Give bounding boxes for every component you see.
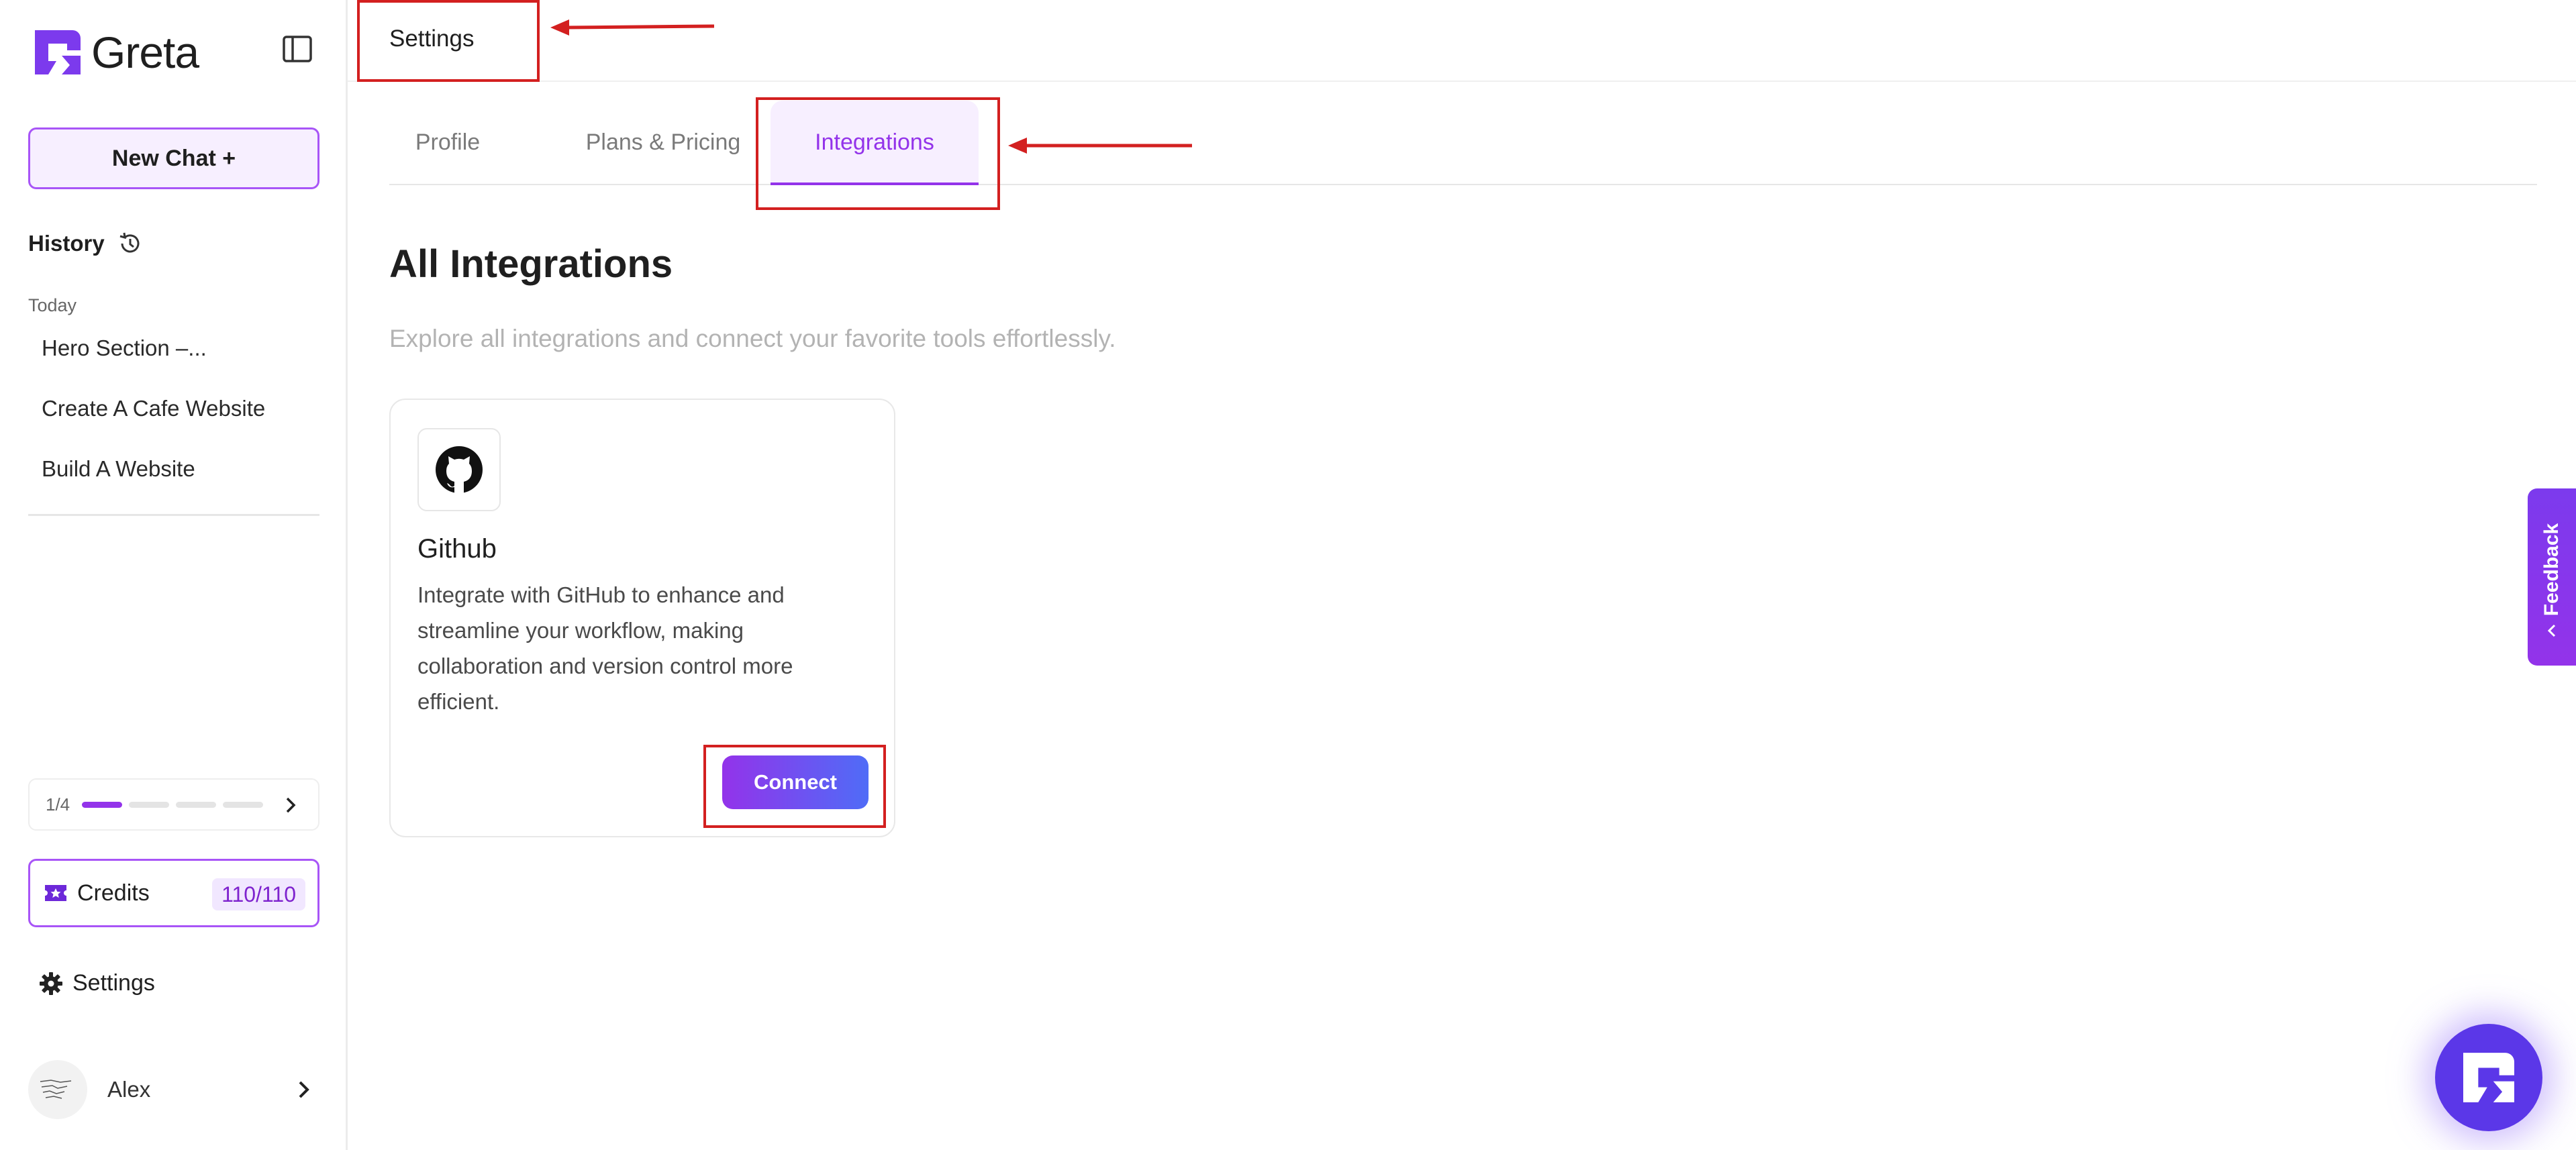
brand-name: Greta <box>91 28 199 77</box>
gear-icon <box>40 972 62 995</box>
settings-label: Settings <box>72 970 155 996</box>
tab-plans-pricing[interactable]: Plans & Pricing <box>556 101 771 184</box>
chevron-left-icon <box>2547 624 2556 637</box>
chevron-right-icon[interactable] <box>279 794 302 817</box>
history-item[interactable]: Create A Cafe Website <box>42 396 265 421</box>
feedback-label: Feedback <box>2540 523 2563 617</box>
history-label: History <box>28 231 105 256</box>
credits-count-badge: 110/110 <box>212 878 305 910</box>
settings-tabs: Profile Plans & Pricing Integrations <box>389 101 2537 185</box>
history-group-today: Today <box>28 295 77 315</box>
history-heading: History <box>28 231 142 256</box>
feedback-tab[interactable]: Feedback <box>2528 488 2576 666</box>
brand-logo[interactable]: Greta <box>35 27 199 78</box>
avatar <box>28 1060 87 1119</box>
sidebar-item-settings[interactable]: Settings <box>39 970 155 996</box>
section-subtitle: Explore all integrations and connect you… <box>389 325 1116 352</box>
chevron-right-icon[interactable] <box>291 1078 315 1102</box>
history-item[interactable]: Hero Section –... <box>42 335 207 361</box>
greta-chat-icon <box>2463 1053 2514 1102</box>
avatar-image <box>40 1080 72 1099</box>
annotation-box-settings <box>357 0 540 82</box>
annotation-box-connect <box>703 745 886 828</box>
integration-name: Github <box>417 534 497 564</box>
progress-segment <box>129 801 170 808</box>
annotation-arrow-settings <box>550 19 715 36</box>
new-chat-button[interactable]: New Chat + <box>28 127 319 189</box>
annotation-arrow-integrations <box>1008 138 1192 154</box>
history-icon <box>119 232 140 253</box>
credits-label: Credits <box>77 880 150 906</box>
tab-profile[interactable]: Profile <box>397 101 498 184</box>
progress-segment <box>223 801 264 808</box>
history-item[interactable]: Build A Website <box>42 456 195 482</box>
integration-icon-box <box>417 428 501 511</box>
section-title: All Integrations <box>389 242 673 286</box>
sidebar-toggle-icon[interactable] <box>282 34 313 64</box>
progress-segment <box>176 801 217 808</box>
integration-description: Integrate with GitHub to enhance and str… <box>417 582 793 714</box>
progress-segment <box>82 801 123 808</box>
credits-panel[interactable]: Credits 110/110 <box>28 859 319 927</box>
greta-logo-icon <box>35 30 81 74</box>
github-icon <box>436 446 483 493</box>
user-name: Alex <box>107 1077 151 1102</box>
onboarding-progress[interactable]: 1/4 <box>28 778 319 831</box>
progress-label: 1/4 <box>46 794 70 815</box>
sidebar-divider <box>28 514 319 516</box>
top-header: Settings <box>348 0 2576 82</box>
ticket-icon <box>45 885 66 901</box>
chat-assistant-button[interactable] <box>2435 1024 2542 1131</box>
annotation-box-integrations-tab <box>756 97 1000 210</box>
user-menu[interactable]: Alex <box>28 1057 319 1122</box>
sidebar: Greta New Chat + History Today Hero Sect… <box>0 0 348 1150</box>
